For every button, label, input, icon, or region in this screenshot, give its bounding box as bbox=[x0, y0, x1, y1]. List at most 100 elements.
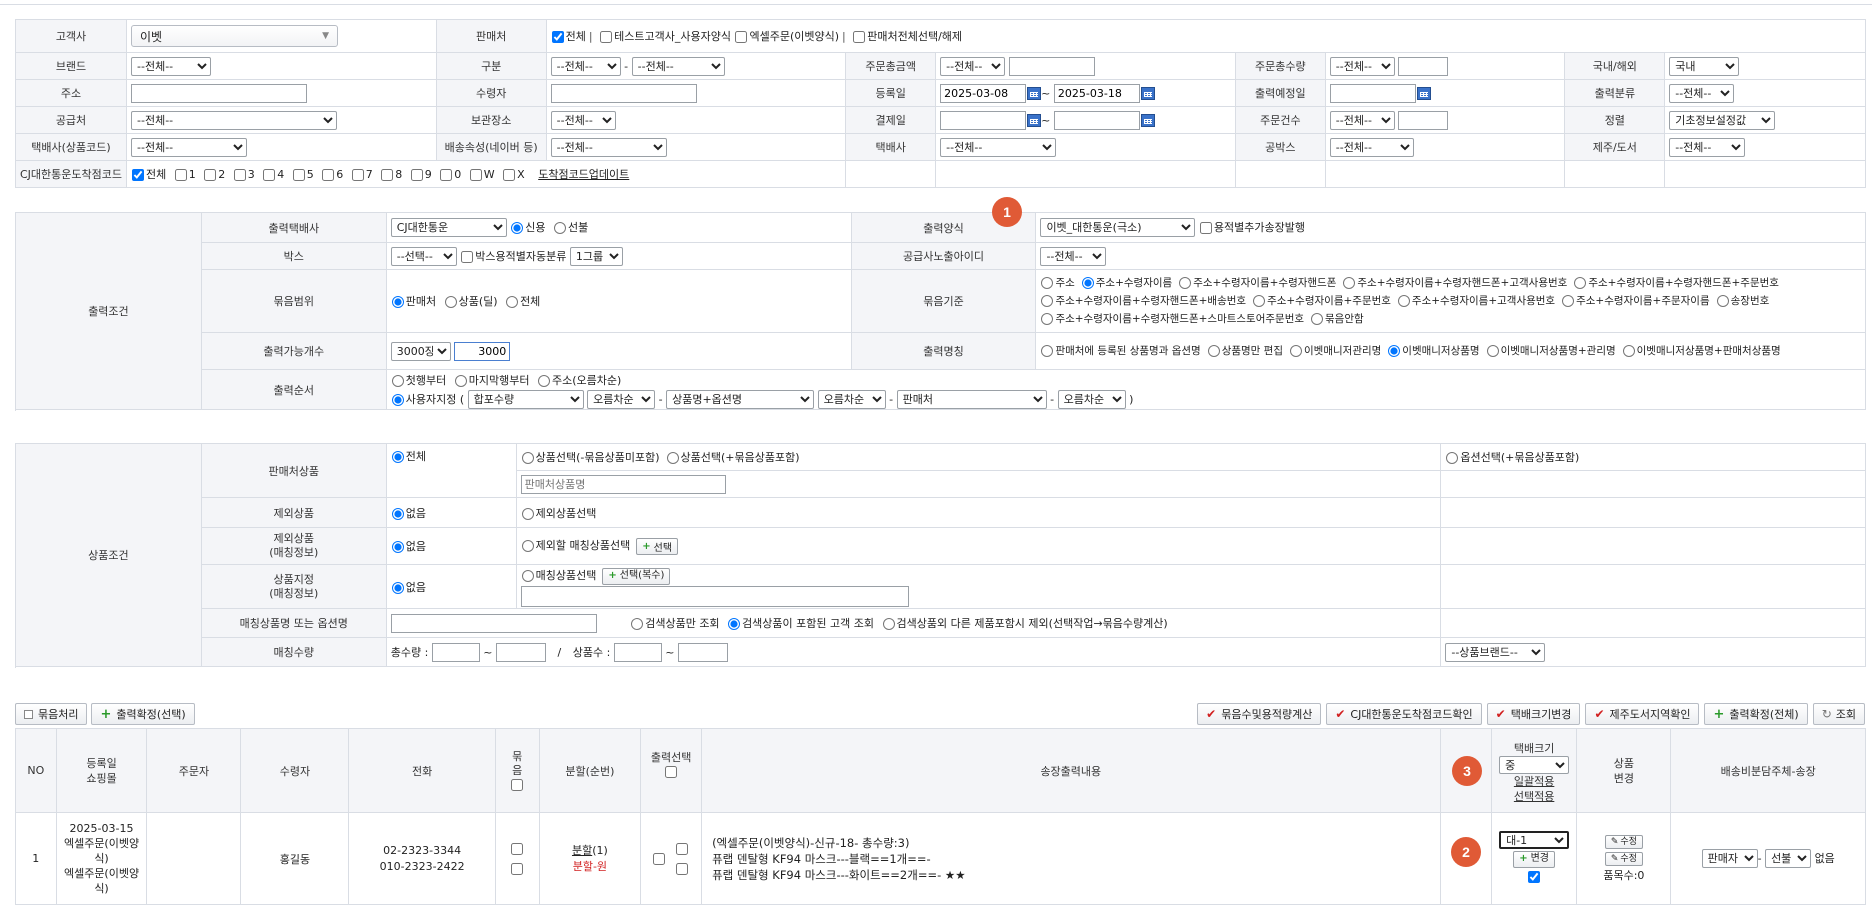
print-name-radio[interactable] bbox=[1290, 345, 1303, 357]
address-input[interactable] bbox=[131, 83, 308, 103]
row-print-checkbox[interactable] bbox=[653, 852, 666, 865]
print-name-radio[interactable] bbox=[1388, 345, 1401, 357]
sort3-select[interactable]: 판매처 bbox=[896, 390, 1047, 409]
bundle-basis-radio[interactable] bbox=[1253, 295, 1266, 307]
row-size-select[interactable]: 대-1 bbox=[1499, 831, 1570, 849]
regdate-to-input[interactable] bbox=[1053, 83, 1140, 103]
cj-w-checkbox[interactable] bbox=[469, 169, 482, 181]
total-qty-from-input[interactable] bbox=[431, 642, 480, 662]
cj-1-checkbox[interactable] bbox=[174, 169, 187, 181]
size-header-select[interactable]: 중 bbox=[1499, 756, 1570, 774]
bundle-basis-radio[interactable] bbox=[1081, 277, 1094, 289]
seller-test-checkbox[interactable] bbox=[600, 31, 613, 43]
sort2-select[interactable]: 상품명+옵션명 bbox=[666, 390, 815, 409]
print-name-radio[interactable] bbox=[1041, 345, 1054, 357]
order-first-radio[interactable] bbox=[391, 375, 404, 387]
dir1-select[interactable]: 오름차순 bbox=[587, 390, 656, 409]
cj-8-checkbox[interactable] bbox=[381, 169, 394, 181]
match-name-input[interactable] bbox=[390, 613, 597, 633]
qty-input[interactable] bbox=[1398, 56, 1449, 76]
print-courier-select[interactable]: CJ대한통운 bbox=[390, 218, 507, 237]
bundle-basis-radio[interactable] bbox=[1574, 277, 1587, 289]
print-name-radio[interactable] bbox=[1486, 345, 1499, 357]
seller-all-checkbox[interactable] bbox=[551, 31, 564, 43]
cj-6-checkbox[interactable] bbox=[322, 169, 335, 181]
supplier-id-select[interactable]: --전체-- bbox=[1040, 246, 1107, 266]
row-edit-button[interactable]: ✎ 수정 bbox=[1604, 835, 1643, 849]
bundle-basis-radio[interactable] bbox=[1716, 295, 1729, 307]
box-select[interactable]: --전체-- bbox=[1329, 137, 1414, 157]
order-custom-radio[interactable] bbox=[391, 394, 404, 406]
customer-select[interactable]: 이벳 ▼ bbox=[131, 25, 339, 47]
fee-type-select[interactable]: 선불 bbox=[1765, 849, 1812, 868]
row-split-link[interactable]: 분할 bbox=[572, 844, 592, 857]
search-exclude-radio[interactable] bbox=[882, 617, 895, 630]
print-sel-all-checkbox[interactable] bbox=[664, 766, 677, 778]
volume-extra-checkbox[interactable] bbox=[1199, 222, 1212, 234]
spec-products-input[interactable] bbox=[520, 586, 909, 607]
jeju-select[interactable]: --전체-- bbox=[1669, 137, 1746, 157]
sort-select[interactable]: 기초정보설정값 bbox=[1669, 110, 1776, 130]
jeju-check-button[interactable]: ✔ 제주도서지역확인 bbox=[1585, 703, 1700, 725]
bundle-process-button[interactable]: 묶음처리 bbox=[15, 703, 88, 725]
print-class-select[interactable]: --전체-- bbox=[1669, 83, 1735, 103]
cj-5-checkbox[interactable] bbox=[292, 169, 305, 181]
cj-0-checkbox[interactable] bbox=[440, 169, 453, 181]
amount-select[interactable]: --전체-- bbox=[940, 56, 1006, 76]
row-bundle-checkbox-2[interactable] bbox=[510, 862, 523, 875]
amount-input[interactable] bbox=[1008, 56, 1095, 76]
product-count-to-input[interactable] bbox=[678, 642, 728, 662]
cj-code-check-button[interactable]: ✔ CJ대한통운도착점코드확인 bbox=[1326, 703, 1482, 725]
order-last-radio[interactable] bbox=[454, 375, 467, 387]
search-include-radio[interactable] bbox=[728, 617, 741, 630]
order-count-select[interactable]: --전체-- bbox=[1329, 110, 1395, 130]
type-select-1[interactable]: --전체-- bbox=[550, 56, 621, 76]
product-count-from-input[interactable] bbox=[613, 642, 662, 662]
calendar-icon[interactable] bbox=[1027, 87, 1042, 100]
cj-2-checkbox[interactable] bbox=[204, 169, 217, 181]
storage-select[interactable]: --전체-- bbox=[550, 110, 616, 130]
row-edit-button-2[interactable]: ✎ 수정 bbox=[1604, 852, 1643, 866]
cj-update-link[interactable]: 도착점코드업데이트 bbox=[538, 168, 629, 181]
group-select[interactable]: 1그룹 bbox=[569, 246, 623, 266]
dir3-select[interactable]: 오름차순 bbox=[1057, 390, 1126, 409]
cj-3-checkbox[interactable] bbox=[233, 169, 246, 181]
bundle-basis-radio[interactable] bbox=[1041, 277, 1054, 289]
cj-9-checkbox[interactable] bbox=[410, 169, 423, 181]
cj-7-checkbox[interactable] bbox=[351, 169, 364, 181]
seller-toggle-all-checkbox[interactable] bbox=[853, 31, 866, 43]
bulk-apply-link[interactable]: 일괄적용 bbox=[1492, 774, 1576, 789]
confirm-all-button[interactable]: + 출력확정(전체) bbox=[1704, 703, 1808, 725]
print-count-select[interactable]: 3000장 bbox=[390, 341, 451, 361]
calendar-icon[interactable] bbox=[1027, 114, 1042, 127]
brand-select[interactable]: --전체-- bbox=[131, 56, 212, 76]
bundle-basis-radio[interactable] bbox=[1311, 313, 1324, 325]
print-box-select[interactable]: --선택-- bbox=[390, 246, 457, 266]
exclude-select-radio[interactable] bbox=[521, 507, 534, 520]
bundle-all-checkbox[interactable] bbox=[510, 778, 523, 791]
paydate-from-input[interactable] bbox=[940, 110, 1027, 130]
search-only-radio[interactable] bbox=[631, 617, 644, 630]
credit-radio[interactable] bbox=[511, 222, 524, 234]
confirm-selected-button[interactable]: + 출력확정(선택) bbox=[91, 703, 195, 725]
selected-apply-link[interactable]: 선택적용 bbox=[1492, 789, 1576, 804]
size-change-button[interactable]: ✔ 택배크기변경 bbox=[1486, 703, 1581, 725]
bundle-basis-radio[interactable] bbox=[1041, 313, 1054, 325]
bundle-range-deal-radio[interactable] bbox=[444, 296, 457, 308]
bundle-range-all-radio[interactable] bbox=[506, 296, 519, 308]
multi-select-button[interactable]: + 선택(복수) bbox=[602, 567, 671, 585]
print-count-input[interactable] bbox=[454, 341, 511, 361]
courier-select[interactable]: --전체-- bbox=[940, 137, 1057, 157]
sort1-select[interactable]: 합포수량 bbox=[467, 390, 584, 409]
search-button[interactable]: ↻ 조회 bbox=[1812, 703, 1865, 725]
print-name-radio[interactable] bbox=[1622, 345, 1635, 357]
row-print-checkbox-2[interactable] bbox=[676, 842, 689, 855]
calc-bundle-button[interactable]: ✔ 묶음수및용적량계산 bbox=[1197, 703, 1322, 725]
exclude-none-radio[interactable] bbox=[391, 507, 404, 520]
cj-4-checkbox[interactable] bbox=[263, 169, 276, 181]
prepaid-radio[interactable] bbox=[553, 222, 566, 234]
bundle-range-seller-radio[interactable] bbox=[391, 296, 404, 308]
bundle-basis-radio[interactable] bbox=[1179, 277, 1192, 289]
select-excl-radio[interactable] bbox=[521, 452, 534, 464]
row-size-change-button[interactable]: + 변경 bbox=[1513, 850, 1555, 868]
